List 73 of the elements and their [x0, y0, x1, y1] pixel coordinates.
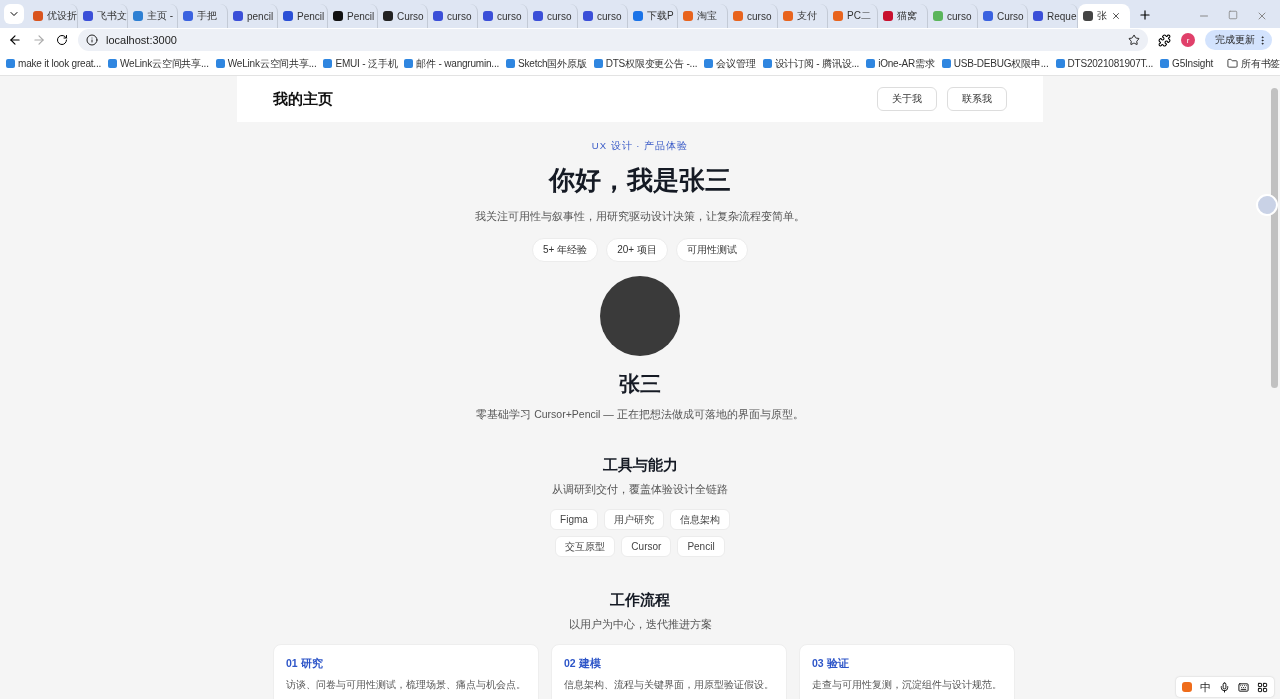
keyboard-icon[interactable]	[1238, 681, 1249, 693]
site-icon	[941, 59, 951, 68]
bookmark-link[interactable]: Sketch国外原版	[506, 56, 587, 71]
tab-search-button[interactable]	[4, 4, 24, 24]
bookmark-link[interactable]: WeLink云空间共享...	[108, 56, 209, 71]
hero-title: 你好，我是张三	[549, 164, 731, 197]
site-icon	[704, 59, 714, 68]
nav-button[interactable]: 联系我	[947, 87, 1007, 111]
site-icon	[323, 59, 333, 68]
site-icon	[866, 59, 876, 68]
back-icon[interactable]	[8, 33, 22, 47]
site-icon	[1160, 59, 1170, 68]
grid-icon[interactable]	[1257, 681, 1268, 693]
section-title: 工作流程	[610, 591, 670, 610]
bookmark-link[interactable]: 邮件 - wangrumin...	[404, 56, 500, 71]
close-icon[interactable]	[1111, 11, 1121, 21]
all-bookmarks-link[interactable]: 所有书签	[1227, 56, 1280, 71]
ime-logo-icon[interactable]	[1182, 682, 1192, 692]
bookmark-link[interactable]: 会议管理	[704, 56, 756, 71]
update-button[interactable]: 完成更新	[1205, 30, 1272, 50]
skill-tag: 信息架构	[669, 509, 730, 530]
card-title: 01 研究	[286, 657, 324, 671]
card-text: 走查与可用性复测，沉淀组件与设计规范。	[812, 679, 1002, 692]
site-icon	[404, 59, 414, 68]
section-title: 工具与能力	[602, 456, 678, 475]
bookmark-link[interactable]: G5Insight	[1160, 58, 1214, 69]
skill-tag: Figma	[550, 509, 598, 530]
profile-avatar[interactable]: r	[1181, 33, 1195, 47]
scrollbar-thumb[interactable]	[1271, 88, 1278, 388]
site-icon	[506, 59, 516, 68]
bookmark-link[interactable]: 设计订阅 - 腾讯设...	[762, 56, 860, 71]
section-subtitle: 以用户为中心，迭代推进方案	[568, 618, 712, 632]
profile-name: 张三	[619, 371, 661, 397]
microphone-icon[interactable]	[1219, 681, 1230, 693]
site-icon	[108, 59, 118, 68]
card-title: 03 验证	[812, 657, 850, 671]
skill-tag: 交互原型	[555, 536, 616, 557]
site-icon	[6, 59, 15, 68]
folder-icon	[1227, 58, 1239, 69]
section-subtitle: 从调研到交付，覆盖体验设计全链路	[552, 483, 728, 497]
bookmark-link[interactable]: iOne-AR需求	[866, 56, 935, 71]
site-title: 我的主页	[273, 89, 333, 109]
skill-tag: Pencil	[677, 536, 725, 557]
bookmark-star-icon[interactable]	[1128, 34, 1140, 46]
info-icon[interactable]	[86, 34, 98, 46]
skill-tag: Cursor	[621, 536, 672, 557]
profile-bio: 零基础学习 Cursor+Pencil — 正在把想法做成可落地的界面与原型。	[476, 408, 804, 422]
bookmark-link[interactable]: DTS2021081907T...	[1055, 58, 1154, 69]
bookmark-link[interactable]: EMUI - 泛手机	[323, 56, 398, 71]
card-text: 信息架构、流程与关键界面，用原型验证假设。	[564, 679, 774, 692]
site-icon	[762, 59, 772, 68]
stat-chip: 5+ 年经验	[532, 238, 599, 262]
site-icon	[215, 59, 225, 68]
hero-eyebrow: UX 设计 · 产品体验	[591, 140, 689, 153]
new-tab-icon[interactable]	[1138, 8, 1152, 22]
stat-chip: 可用性测试	[675, 238, 748, 262]
stat-chip: 20+ 项目	[606, 238, 668, 262]
card-text: 访谈、问卷与可用性测试，梳理场景、痛点与机会点。	[286, 679, 526, 692]
hero-subtitle: 我关注可用性与叙事性，用研究驱动设计决策，让复杂流程变简单。	[475, 210, 805, 224]
bookmark-link[interactable]: make it look great...	[6, 58, 102, 69]
site-icon	[1055, 59, 1065, 68]
browser-tab[interactable]: 张	[1078, 4, 1130, 28]
site-icon	[593, 59, 603, 68]
bookmark-link[interactable]: DTS权限变更公告 -...	[593, 56, 698, 71]
reload-icon[interactable]	[56, 34, 68, 46]
ime-mode-toggle[interactable]: 中	[1200, 679, 1211, 695]
bookmark-link[interactable]: WeLink云空间共享...	[215, 56, 317, 71]
nav-button[interactable]: 关于我	[877, 87, 937, 111]
card-title: 02 建模	[564, 657, 602, 671]
bookmark-link[interactable]: USB-DEBUG权限申...	[941, 56, 1049, 71]
address-bar[interactable]: localhost:3000	[78, 29, 1148, 51]
skill-tag: 用户研究	[603, 509, 664, 530]
extensions-icon[interactable]	[1158, 33, 1171, 47]
